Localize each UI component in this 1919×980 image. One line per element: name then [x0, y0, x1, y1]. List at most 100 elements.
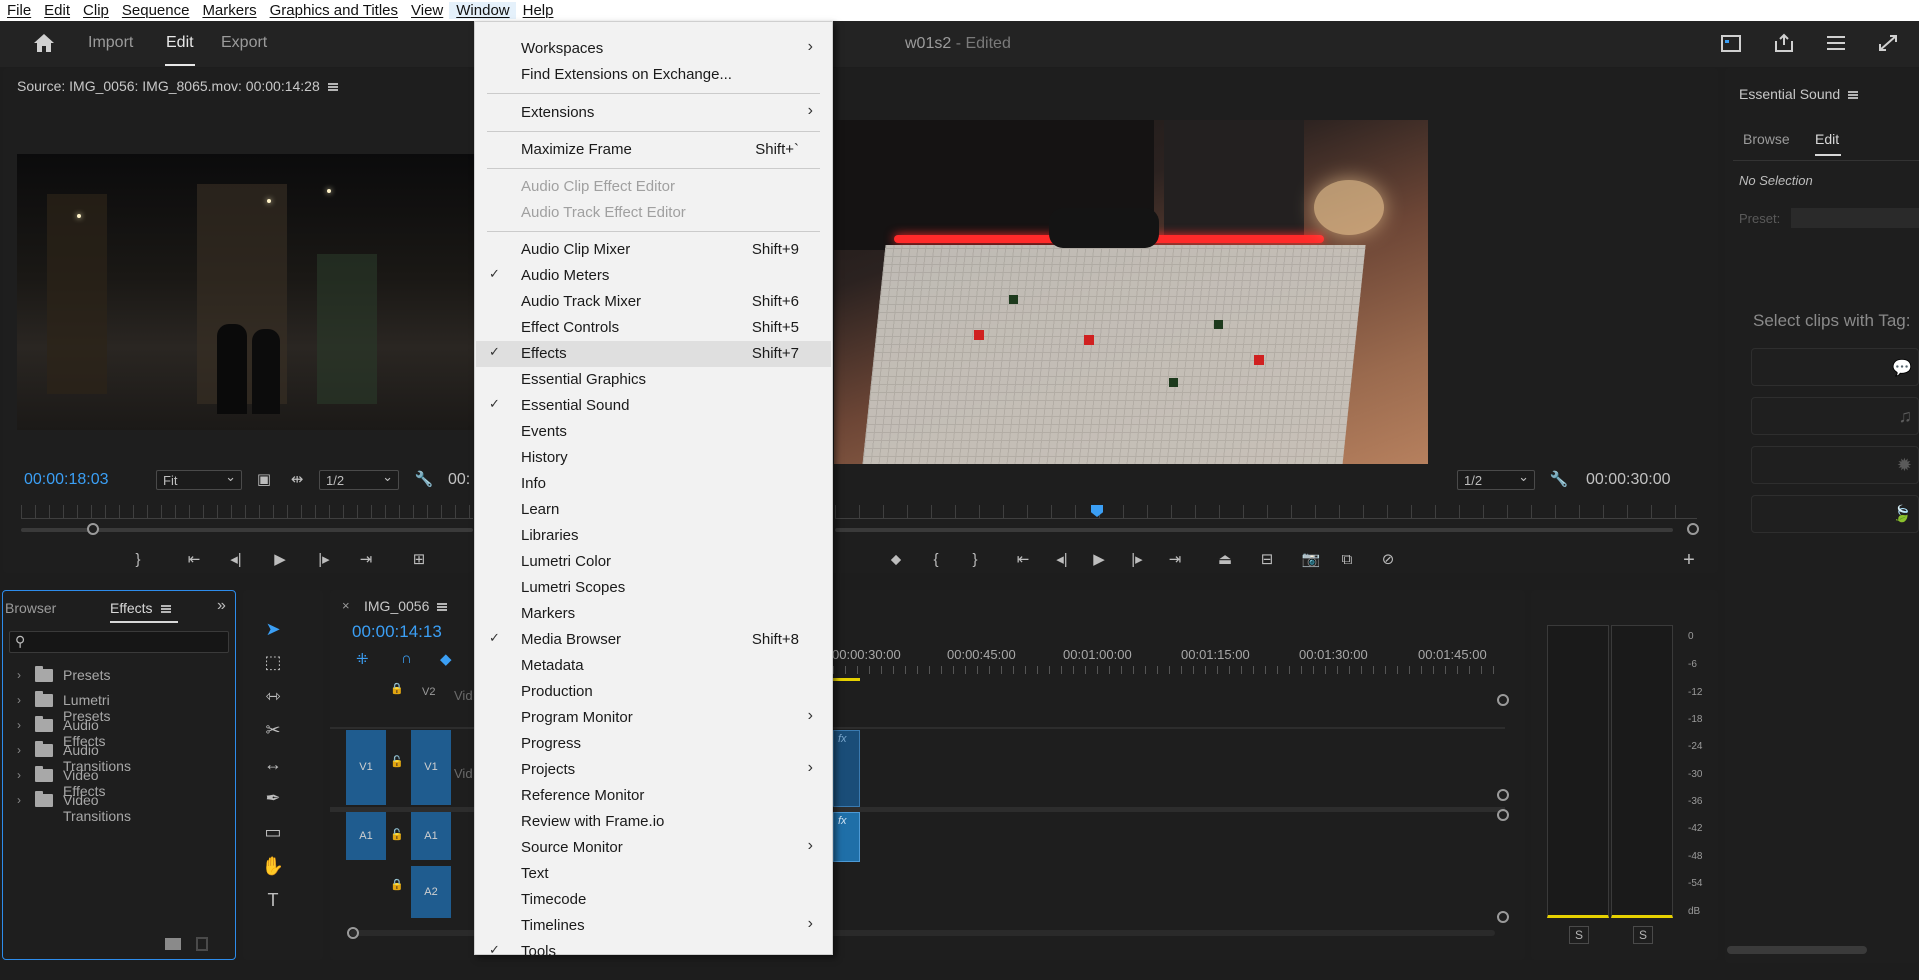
insert-clip-icon[interactable]: ⊞ — [408, 549, 430, 571]
tab-edit[interactable]: Edit — [1815, 131, 1839, 147]
menu-item-text[interactable]: Text — [476, 861, 831, 887]
menu-item-maximize-frame[interactable]: Maximize Frame Shift+` — [476, 137, 831, 163]
menu-file[interactable]: File — [0, 2, 37, 19]
menu-item-info[interactable]: Info — [476, 471, 831, 497]
vertical-scroll-handle[interactable] — [1497, 911, 1509, 923]
track-select-tool-icon[interactable]: ⬚ — [259, 648, 287, 676]
tab-browser[interactable]: Browser — [5, 600, 56, 616]
menu-item-projects[interactable]: Projects › — [476, 757, 831, 783]
menu-item-tools[interactable]: ✓ Tools — [476, 939, 831, 960]
panel-menu-icon[interactable] — [160, 605, 171, 614]
step-back-icon[interactable]: ◂| — [225, 549, 247, 571]
solo-button-left[interactable]: S — [1569, 926, 1589, 944]
menu-item-progress[interactable]: Progress — [476, 731, 831, 757]
close-icon[interactable]: × — [342, 598, 350, 613]
settings-wrench-icon[interactable]: 🔧 — [413, 469, 435, 491]
menu-item-lumetri-scopes[interactable]: Lumetri Scopes — [476, 575, 831, 601]
menu-item-find-extensions[interactable]: Find Extensions on Exchange... — [476, 62, 831, 88]
timeline-timecode[interactable]: 00:00:14:13 — [352, 622, 442, 642]
play-icon[interactable]: ▶ — [269, 549, 291, 571]
menu-item-review-with-frameio[interactable]: Review with Frame.io — [476, 809, 831, 835]
tab-export[interactable]: Export — [221, 34, 267, 52]
essential-sound-scrollbar[interactable] — [1727, 946, 1867, 954]
menu-item-history[interactable]: History — [476, 445, 831, 471]
vertical-scroll-handle[interactable] — [1497, 694, 1509, 706]
panel-menu-icon[interactable] — [327, 83, 338, 92]
menu-view[interactable]: View — [404, 2, 449, 19]
tab-edit[interactable]: Edit — [166, 34, 194, 52]
track-a1-lock-icon[interactable]: 🔓 — [390, 828, 404, 841]
tag-music-button[interactable]: ♫ — [1751, 397, 1919, 435]
menu-item-essential-sound[interactable]: ✓ Essential Sound — [476, 393, 831, 419]
menu-item-workspaces[interactable]: Workspaces › — [476, 36, 831, 62]
menu-window[interactable]: Window — [449, 2, 516, 19]
selection-tool-icon[interactable]: ➤ — [259, 615, 287, 643]
tag-ambience-button[interactable]: 🍃 — [1751, 495, 1919, 533]
workspaces-icon[interactable] — [1824, 33, 1848, 55]
menu-item-metadata[interactable]: Metadata — [476, 653, 831, 679]
ripple-edit-tool-icon[interactable]: ⇿ — [259, 682, 287, 710]
pen-tool-icon[interactable]: ✒ — [259, 784, 287, 812]
source-v1-toggle[interactable]: V1 — [346, 730, 386, 805]
source-scrubber[interactable] — [21, 505, 473, 519]
track-a1-target[interactable]: A1 — [411, 812, 451, 860]
menu-item-effects[interactable]: ✓ Effects Shift+7 — [476, 341, 831, 367]
mark-out-icon[interactable]: } — [127, 549, 149, 571]
menu-edit[interactable]: Edit — [37, 2, 76, 19]
source-resolution-select[interactable]: 1/2 — [319, 469, 399, 490]
panel-menu-icon[interactable] — [437, 603, 448, 612]
menu-item-audio-track-mixer[interactable]: Audio Track Mixer Shift+6 — [476, 289, 831, 315]
insert-icon[interactable]: ⇹ — [286, 469, 308, 491]
menu-item-audio-meters[interactable]: ✓ Audio Meters — [476, 263, 831, 289]
program-zoom-bar[interactable] — [835, 528, 1673, 532]
source-zoom-select[interactable]: Fit — [156, 469, 242, 490]
menu-item-libraries[interactable]: Libraries — [476, 523, 831, 549]
menu-item-program-monitor[interactable]: Program Monitor › — [476, 705, 831, 731]
source-zoom-handle[interactable] — [87, 523, 99, 535]
delete-icon[interactable] — [196, 937, 208, 951]
go-to-out-icon[interactable]: ⇥ — [1164, 549, 1186, 571]
step-forward-icon[interactable]: |▸ — [1126, 549, 1148, 571]
comparison-view-icon[interactable]: ⧉ — [1336, 549, 1358, 571]
quick-export-icon[interactable] — [1720, 33, 1744, 55]
type-tool-icon[interactable]: T — [259, 886, 287, 914]
menu-item-media-browser[interactable]: ✓ Media Browser Shift+8 — [476, 627, 831, 653]
menu-markers[interactable]: Markers — [195, 2, 262, 19]
sequence-tab[interactable]: IMG_0056 — [364, 598, 448, 614]
menu-clip[interactable]: Clip — [76, 2, 115, 19]
save-frame-icon[interactable]: ▣ — [253, 469, 275, 491]
export-frame-icon[interactable]: 📷 — [1300, 549, 1322, 571]
menu-sequence[interactable]: Sequence — [115, 2, 196, 19]
menu-item-timelines[interactable]: Timelines › — [476, 913, 831, 939]
linked-selection-icon[interactable]: ∩ — [401, 650, 412, 667]
panel-menu-icon[interactable] — [1848, 91, 1859, 100]
menu-item-events[interactable]: Events — [476, 419, 831, 445]
mark-out-icon[interactable]: } — [964, 549, 986, 571]
menu-graphics-and-titles[interactable]: Graphics and Titles — [263, 2, 404, 19]
vertical-scroll-handle[interactable] — [1497, 789, 1509, 801]
preset-select[interactable] — [1791, 208, 1919, 228]
solo-button-right[interactable]: S — [1633, 926, 1653, 944]
new-bin-icon[interactable] — [165, 938, 181, 950]
tag-sfx-button[interactable]: ✹ — [1751, 446, 1919, 484]
program-zoom-handle[interactable] — [1687, 523, 1699, 535]
menu-item-production[interactable]: Production — [476, 679, 831, 705]
menu-item-audio-clip-mixer[interactable]: Audio Clip Mixer Shift+9 — [476, 237, 831, 263]
menu-item-reference-monitor[interactable]: Reference Monitor — [476, 783, 831, 809]
button-editor-icon[interactable]: + — [1678, 549, 1700, 571]
go-to-out-icon[interactable]: ⇥ — [355, 549, 377, 571]
vr-toggle-icon[interactable]: ⊘ — [1377, 549, 1399, 571]
rectangle-tool-icon[interactable]: ▭ — [259, 818, 287, 846]
snap-icon[interactable]: ⁜ — [356, 650, 369, 668]
share-icon[interactable] — [1772, 33, 1796, 55]
lift-icon[interactable]: ⏏ — [1214, 549, 1236, 571]
track-a2-lock-icon[interactable]: 🔒 — [390, 878, 404, 891]
menu-item-effect-controls[interactable]: Effect Controls Shift+5 — [476, 315, 831, 341]
home-icon[interactable] — [32, 32, 56, 54]
tab-effects[interactable]: Effects — [110, 600, 171, 616]
program-settings-icon[interactable]: 🔧 — [1548, 469, 1570, 491]
menu-item-learn[interactable]: Learn — [476, 497, 831, 523]
add-marker-icon[interactable]: ◆ — [440, 650, 452, 668]
play-icon[interactable]: ▶ — [1088, 549, 1110, 571]
track-v1-target[interactable]: V1 — [411, 730, 451, 805]
